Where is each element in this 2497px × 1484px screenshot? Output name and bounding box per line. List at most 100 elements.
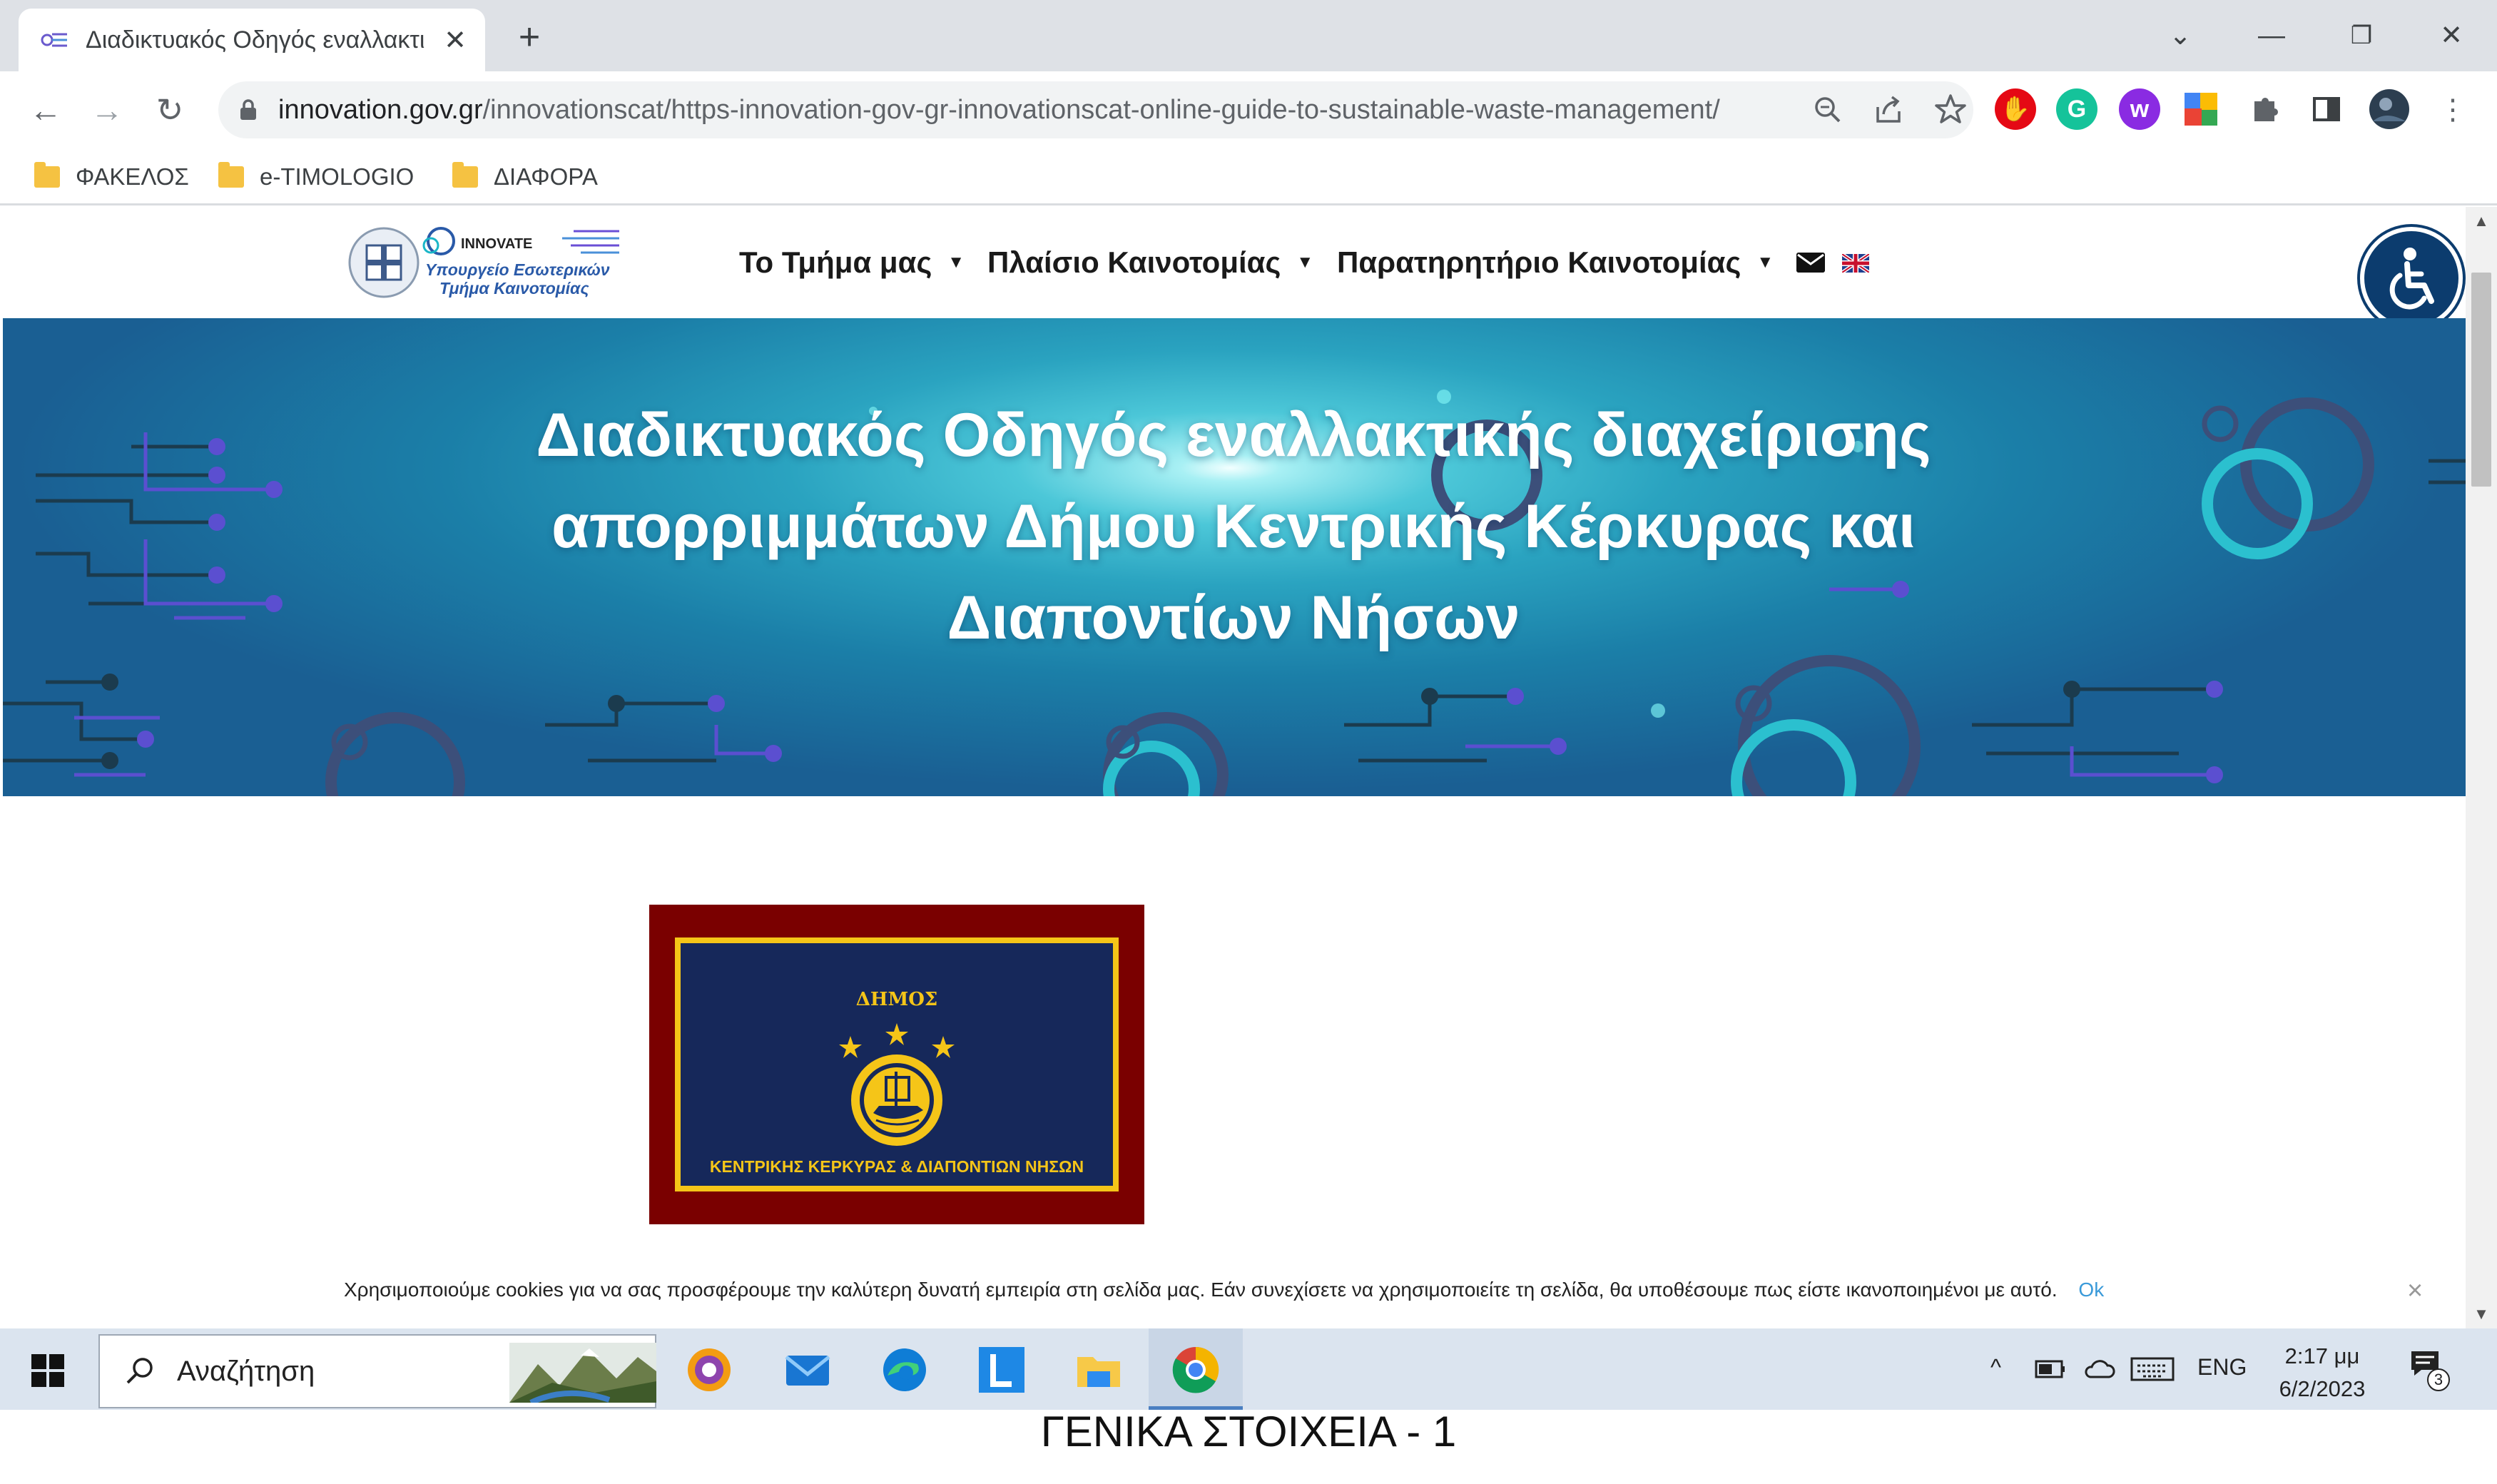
new-tab-button[interactable]: +: [508, 16, 551, 59]
search-placeholder: Αναζήτηση: [177, 1355, 315, 1387]
language-indicator[interactable]: ENG: [2197, 1354, 2247, 1381]
notification-count-badge: 3: [2427, 1368, 2450, 1391]
page-title-line: Διαποντίων Νήσων: [947, 584, 1520, 652]
bookmark-folder[interactable]: ΔΙΑΦΟΡΑ: [452, 157, 598, 197]
folder-icon: [452, 162, 478, 188]
nav-menu-innovation-framework[interactable]: Πλαίσιο Καινοτομίας ▼: [987, 241, 1313, 284]
emblem-top-text: ΔΗΜΟΣ: [855, 989, 938, 1010]
taskbar-clock[interactable]: 2:17 μμ 6/2/2023: [2270, 1340, 2374, 1406]
browser-tab-active[interactable]: Διαδικτυακός Οδηγός εναλλακτι ✕: [19, 9, 485, 71]
bookmark-label: e-TIMOLOGIO: [260, 163, 415, 190]
web-page: INNOVATE Υπουργείο Εσωτερικών Τμήμα Καιν…: [0, 207, 2466, 1328]
taskbar-browser-app-icon[interactable]: [683, 1344, 735, 1396]
taskbar-search-input[interactable]: Αναζήτηση: [98, 1334, 656, 1408]
site-logo[interactable]: INNOVATE Υπουργείο Εσωτερικών Τμήμα Καιν…: [345, 220, 638, 304]
minimize-button[interactable]: —: [2249, 13, 2294, 59]
scroll-down-icon[interactable]: ▼: [2466, 1300, 2497, 1328]
page-title: Διαδικτυακός Οδηγός εναλλακτικής διαχείρ…: [345, 390, 2122, 664]
cookie-text: Χρησιμοποιούμε cookies για να σας προσφέ…: [344, 1279, 2058, 1301]
tab-search-button[interactable]: ⌄: [2157, 13, 2203, 59]
chevron-down-icon: ▼: [1296, 253, 1314, 272]
zoom-icon[interactable]: [1808, 90, 1848, 130]
cookie-message: Χρησιμοποιούμε cookies για να σας προσφέ…: [344, 1279, 2104, 1301]
address-bar[interactable]: innovation.gov.gr/innovationscat/https-i…: [218, 81, 1973, 138]
cookie-banner: Χρησιμοποιούμε cookies για να σας προσφέ…: [0, 1257, 2466, 1328]
nav-label: Πλαίσιο Καινοτομίας: [987, 245, 1281, 279]
uk-flag-icon[interactable]: [1842, 254, 1869, 273]
bookmark-folder[interactable]: ΦΑΚΕΛΟΣ: [34, 157, 189, 197]
chevron-down-icon: ▼: [947, 253, 965, 272]
profile-avatar[interactable]: [2369, 88, 2410, 130]
url-host: innovation.gov.gr: [278, 94, 483, 125]
taskbar-chrome-active[interactable]: [1149, 1328, 1243, 1410]
browser-tab-strip: Διαδικτυακός Οδηγός εναλλακτι ✕ + ⌄ — ❐ …: [0, 0, 2497, 71]
cookie-close-icon[interactable]: ×: [2407, 1276, 2423, 1306]
bookmark-folder[interactable]: e-TIMOLOGIO: [218, 157, 414, 197]
scroll-up-icon[interactable]: ▲: [2466, 207, 2497, 235]
wheelchair-icon: [2389, 248, 2434, 310]
ship-seal-icon: [839, 1023, 955, 1146]
bookmark-label: ΔΙΑΦΟΡΑ: [494, 163, 598, 190]
page-scrollbar[interactable]: ▲ ▼: [2466, 207, 2497, 1328]
browser-toolbar: ← → ↻ innovation.gov.gr/innovationscat/h…: [0, 71, 2497, 148]
emblem-bottom-text: ΚΕΝΤΡΙΚΗΣ ΚΕΡΚΥΡΑΣ & ΔΙΑΠΟΝΤΙΩΝ ΝΗΣΩΝ: [709, 1157, 1084, 1176]
clock-time: 2:17 μμ: [2284, 1343, 2360, 1368]
chrome-menu-icon[interactable]: ⋮: [2433, 90, 2473, 130]
lock-icon[interactable]: [234, 96, 263, 124]
windows-taskbar: Αναζήτηση ^ ENG 2:17 μμ 6/2/2023 3: [0, 1328, 2497, 1410]
taskbar-mail-icon[interactable]: [782, 1344, 833, 1396]
taskbar-l-app-icon[interactable]: [976, 1344, 1027, 1396]
chrome-icon: [1172, 1346, 1219, 1393]
bookmark-star-icon[interactable]: [1931, 90, 1970, 130]
clock-date: 6/2/2023: [2279, 1376, 2366, 1401]
windows-start-icon[interactable]: [31, 1354, 64, 1387]
restore-button[interactable]: ❐: [2339, 13, 2384, 59]
site-favicon-icon: [41, 33, 67, 47]
forward-button[interactable]: →: [87, 90, 127, 130]
logo-department-text: Τμήμα Καινοτομίας: [439, 279, 589, 298]
image-caption: ΓΕΝΙΚΑ ΣΤΟΙΧΕΙΑ - 1: [1040, 1408, 1457, 1455]
battery-icon[interactable]: [2035, 1358, 2066, 1380]
extension-w-icon[interactable]: w: [2119, 88, 2160, 130]
share-icon[interactable]: [1869, 90, 1909, 130]
scrollbar-thumb[interactable]: [2471, 273, 2491, 487]
window-close-button[interactable]: ✕: [2429, 13, 2474, 59]
bookmark-label: ΦΑΚΕΛΟΣ: [76, 163, 189, 190]
taskbar-file-explorer-icon[interactable]: [1073, 1344, 1124, 1396]
page-title-line: Διαδικτυακός Οδηγός εναλλακτικής διαχείρ…: [536, 401, 1931, 469]
search-icon: [126, 1358, 153, 1384]
side-panel-icon[interactable]: [2306, 88, 2347, 130]
search-highlight-image: [509, 1343, 656, 1403]
google-translate-extension-icon[interactable]: [2180, 88, 2222, 130]
nav-menu-department[interactable]: Το Τμήμα μας ▼: [739, 241, 965, 284]
onedrive-cloud-icon[interactable]: [2083, 1357, 2116, 1380]
emblem-panel: ΔΗΜΟΣ ΚΕΝΤΡΙΚΗΣ ΚΕΡΚΥΡΑΣ & ΔΙΑΠΟΝΤΙΩΝ ΝΗ…: [675, 937, 1119, 1191]
folder-icon: [218, 162, 244, 188]
nav-label: Παρατηρητήριο Καινοτομίας: [1337, 245, 1741, 279]
taskbar-edge-icon[interactable]: [879, 1344, 930, 1396]
nav-menu-innovation-observatory[interactable]: Παρατηρητήριο Καινοτομίας ▼: [1337, 241, 1774, 284]
reload-button[interactable]: ↻: [150, 90, 190, 130]
keyboard-icon[interactable]: [2130, 1357, 2175, 1381]
adblock-extension-icon[interactable]: ✋: [1995, 88, 2036, 130]
extensions-puzzle-icon[interactable]: [2244, 88, 2286, 130]
mail-icon[interactable]: [1796, 253, 1825, 273]
tab-close-icon[interactable]: ✕: [441, 24, 469, 56]
logo-ministry-text: Υπουργείο Εσωτερικών: [425, 260, 610, 279]
hero-banner: Διαδικτυακός Οδηγός εναλλακτικής διαχείρ…: [3, 318, 2466, 796]
site-header: INNOVATE Υπουργείο Εσωτερικών Τμήμα Καιν…: [0, 207, 2466, 330]
chevron-down-icon: ▼: [1756, 253, 1774, 272]
accessibility-button[interactable]: [2360, 227, 2463, 330]
url-text[interactable]: innovation.gov.gr/innovationscat/https-i…: [278, 95, 1841, 126]
grammarly-extension-icon[interactable]: G: [2056, 88, 2097, 130]
notification-center-button[interactable]: 3: [2409, 1348, 2451, 1391]
tray-chevron-up-icon[interactable]: ^: [1990, 1354, 2001, 1381]
bookmarks-bar: ΦΑΚΕΛΟΣ e-TIMOLOGIO ΔΙΑΦΟΡΑ: [0, 148, 2497, 205]
back-button[interactable]: ←: [26, 90, 66, 130]
nav-label: Το Τμήμα μας: [739, 245, 932, 279]
cookie-ok-button[interactable]: Ok: [2078, 1279, 2104, 1301]
municipality-emblem-image: ΔΗΜΟΣ ΚΕΝΤΡΙΚΗΣ ΚΕΡΚΥΡΑΣ & ΔΙΑΠΟΝΤΙΩΝ ΝΗ…: [649, 905, 1144, 1224]
tab-title: Διαδικτυακός Οδηγός εναλλακτι: [86, 26, 425, 54]
logo-brand-text: INNOVATE: [461, 236, 532, 252]
page-title-line: απορριμμάτων Δήμου Κεντρικής Κέρκυρας κα…: [551, 492, 1916, 561]
